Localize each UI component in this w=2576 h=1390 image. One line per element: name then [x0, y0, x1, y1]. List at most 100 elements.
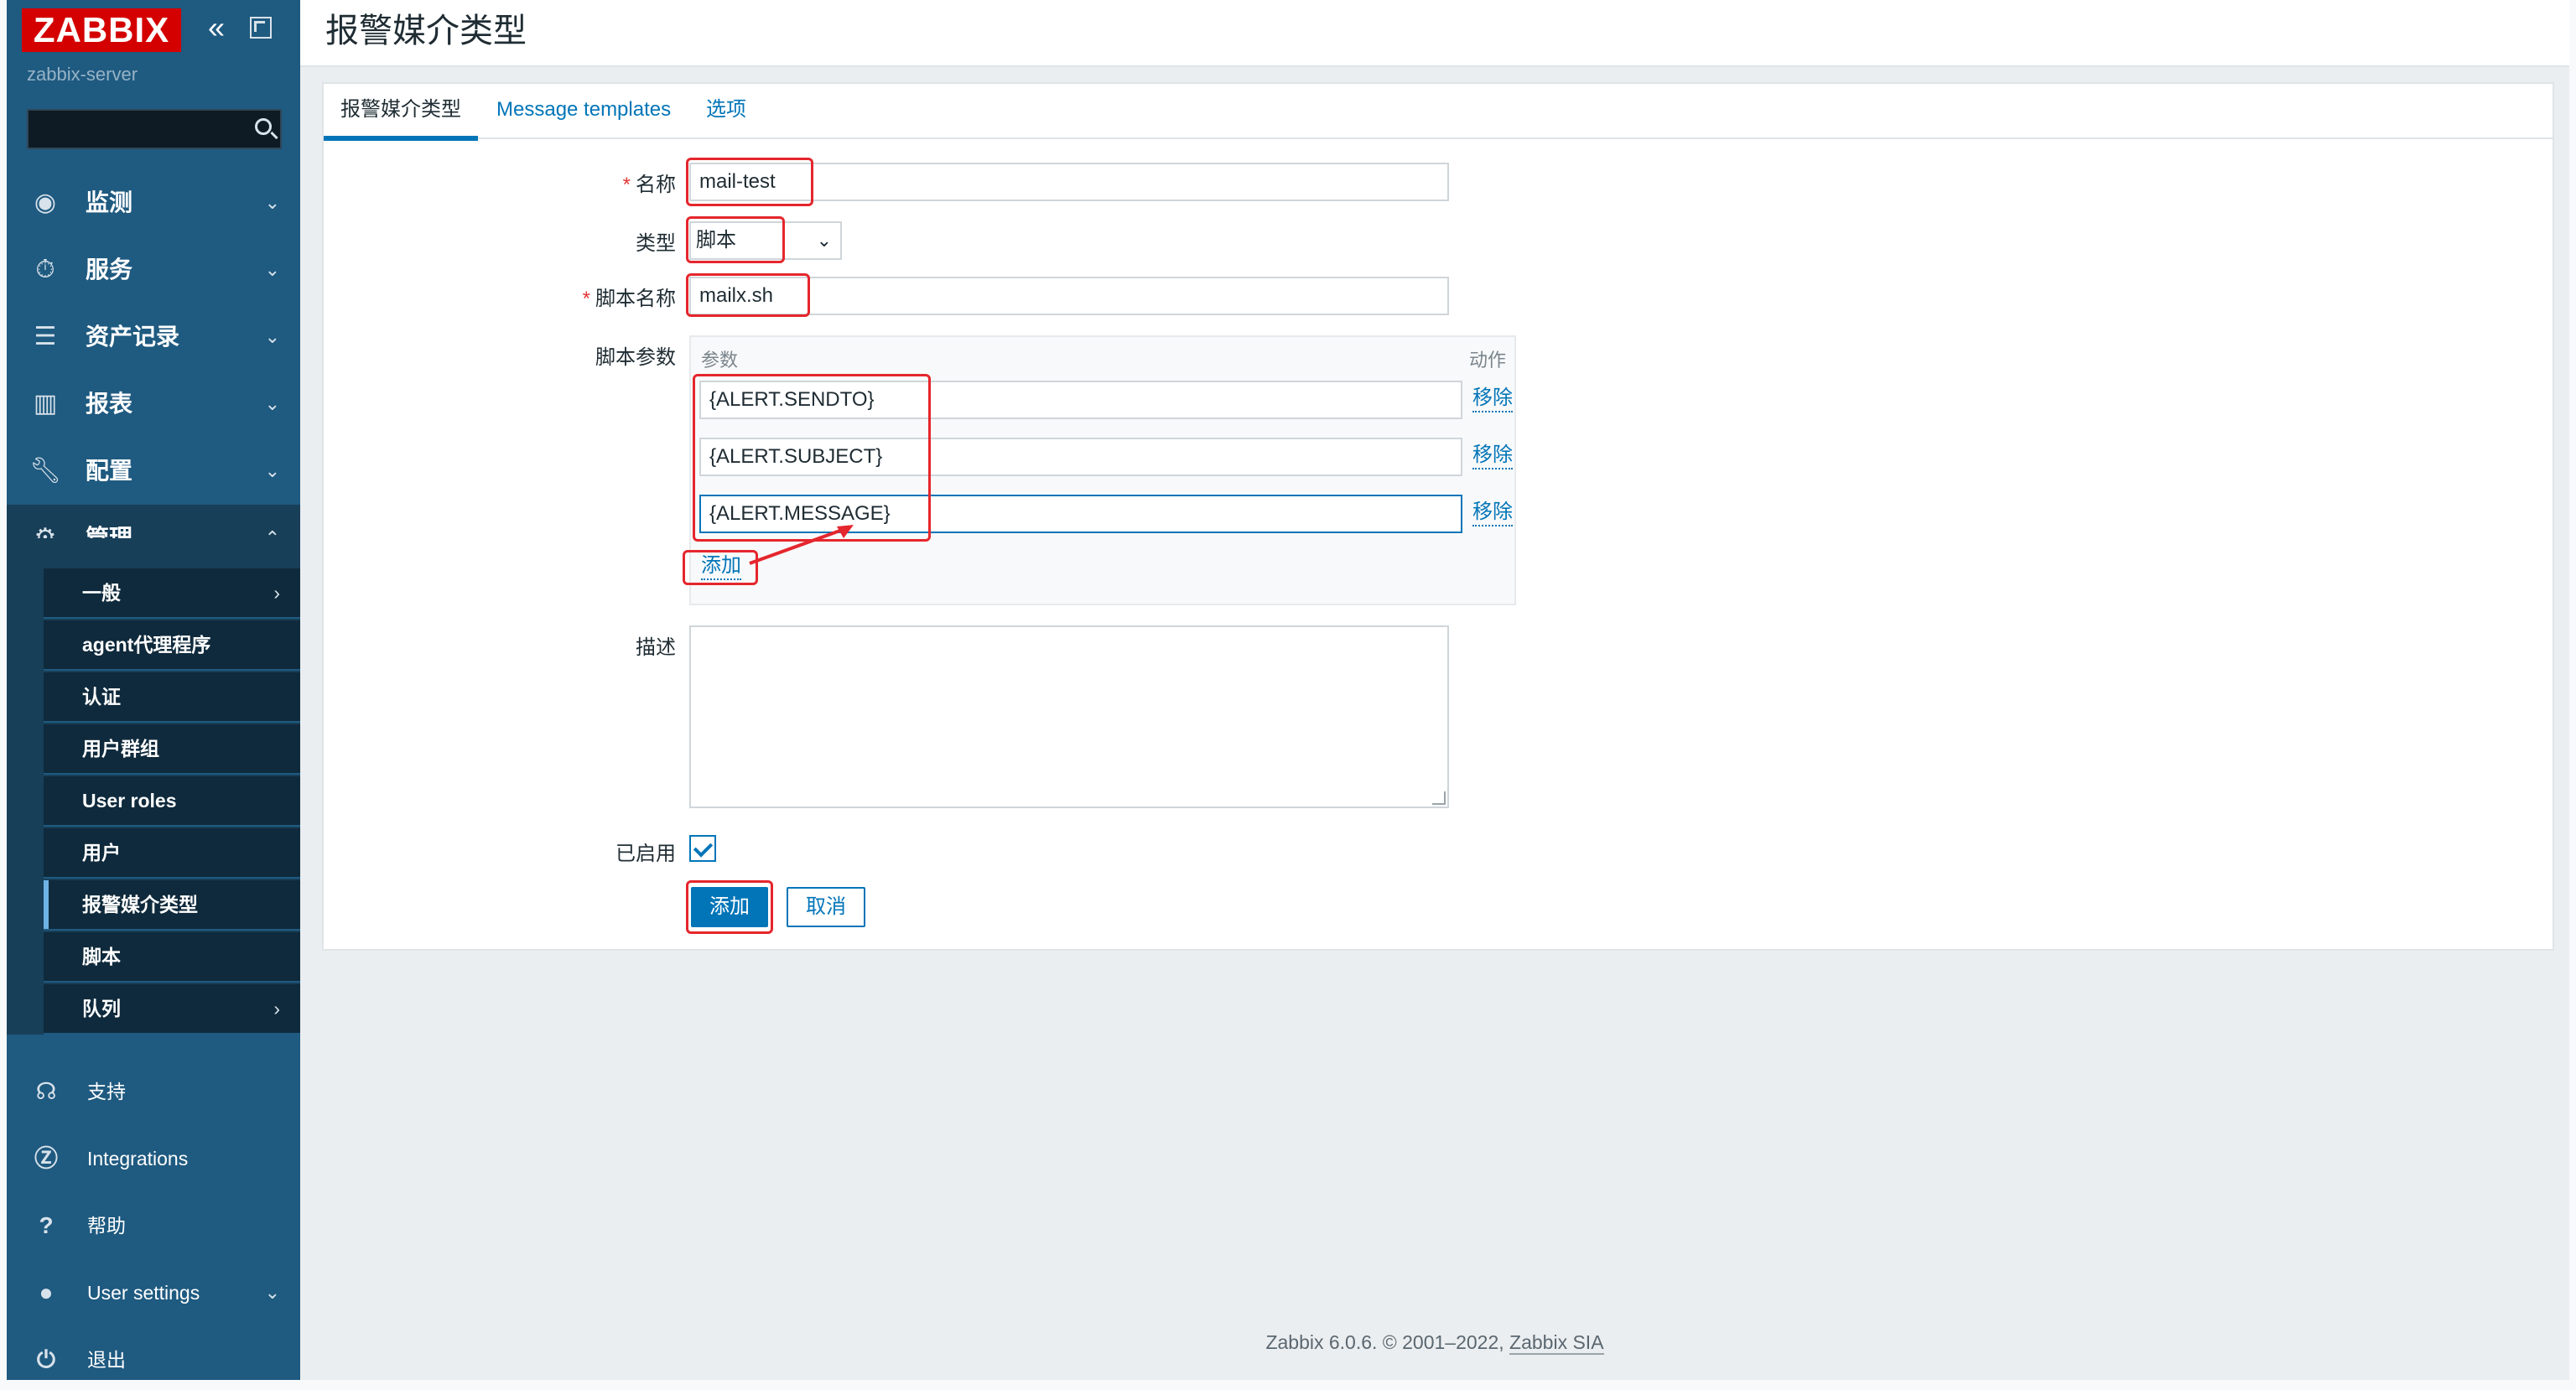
submenu-label: User roles [82, 790, 177, 812]
menu-label: 帮助 [87, 1215, 126, 1237]
eye-icon: ◉ [34, 189, 57, 216]
submenu-media-types[interactable]: 报警媒介类型 [44, 880, 300, 931]
menu-label: User settings [87, 1282, 200, 1304]
chevron-down-icon: ⌄ [264, 192, 280, 213]
submenu-label: 认证 [82, 686, 121, 708]
name-label: * 名称 [324, 168, 676, 197]
kiosk-mode-icon[interactable] [250, 17, 272, 39]
chevron-right-icon: › [273, 998, 280, 1019]
headset-icon: ☊ [35, 1078, 57, 1104]
submenu-label: agent代理程序 [82, 634, 211, 656]
description-textarea[interactable] [689, 625, 1449, 808]
menu-label: 支持 [87, 1081, 126, 1102]
annotation-box [686, 273, 810, 317]
menu-label: 监测 [86, 189, 133, 215]
submenu-label: 用户 [82, 842, 121, 864]
app-window: ZABBIX « zabbix-server ◉ 监测 ⌄ ⏱ 服务 ⌄ ☰ 资… [7, 0, 2569, 1380]
resize-grip-icon[interactable] [1432, 791, 1446, 805]
remove-param-link[interactable]: 移除 [1472, 386, 1513, 412]
menu-user-settings[interactable]: ● User settings ⌄ [7, 1259, 300, 1326]
menu-configuration[interactable]: 🔧︎ 配置 ⌄ [7, 438, 300, 505]
enabled-label: 已启用 [615, 843, 676, 865]
chevron-right-icon: › [273, 582, 280, 604]
menu-label: Integrations [87, 1148, 189, 1170]
cancel-button[interactable]: 取消 [787, 887, 865, 927]
list-icon: ☰ [34, 323, 57, 350]
submenu-label: 报警媒介类型 [82, 894, 198, 915]
chevron-down-icon: ⌄ [264, 259, 280, 280]
submenu-authentication[interactable]: 认证 [44, 672, 300, 723]
z-icon: Ⓩ [34, 1145, 58, 1171]
annotation-box [686, 216, 785, 263]
chevron-down-icon: ⌄ [264, 326, 280, 347]
menu-help[interactable]: ? 帮助 [7, 1192, 300, 1259]
bar-chart-icon: ▥ [33, 390, 58, 418]
script-params-label: 脚本参数 [595, 346, 676, 369]
required-marker: * [582, 288, 590, 310]
chevron-down-icon: ⌄ [264, 393, 280, 414]
remove-param-link[interactable]: 移除 [1472, 500, 1513, 526]
required-marker: * [622, 174, 631, 196]
submenu-proxies[interactable]: agent代理程序 [44, 620, 300, 671]
chevron-down-icon: ⌄ [264, 460, 280, 481]
double-chevron-left-icon[interactable]: « [208, 12, 236, 45]
sidebar-search-input[interactable] [27, 109, 282, 149]
submenu-scripts[interactable]: 脚本 [44, 932, 300, 983]
annotation-arrow [749, 525, 854, 565]
wrench-icon: 🔧︎ [29, 457, 62, 485]
description-label: 描述 [636, 636, 676, 659]
submenu-user-groups[interactable]: 用户群组 [44, 724, 300, 775]
tab-options[interactable]: 选项 [689, 96, 763, 124]
stopwatch-icon: ⏱ [35, 256, 55, 283]
submenu-label: 队列 [82, 998, 121, 1019]
chevron-down-icon: ⌄ [816, 230, 832, 251]
zabbix-logo[interactable]: ZABBIX [22, 8, 181, 52]
search-icon[interactable] [255, 118, 272, 135]
script-name-label-text: 脚本名称 [595, 288, 676, 310]
tab-message-templates[interactable]: Message templates [480, 96, 688, 124]
menu-label: 配置 [86, 458, 133, 484]
annotation-box [686, 880, 773, 934]
action-column-header: 动作 [1469, 350, 1507, 371]
menu-label: 资产记录 [86, 324, 180, 350]
user-icon: ● [39, 1279, 54, 1305]
administration-submenu: 一般 › agent代理程序 认证 用户群组 User roles 用户 报警媒… [7, 538, 300, 1035]
tab-bar: 报警媒介类型 Message templates 选项 [324, 84, 2553, 141]
menu-label: 退出 [87, 1349, 126, 1371]
power-icon: ⏻ [36, 1346, 56, 1372]
footer-link[interactable]: Zabbix SIA [1509, 1331, 1604, 1355]
submenu-queue[interactable]: 队列 › [44, 984, 300, 1035]
tab-media-type[interactable]: 报警媒介类型 [324, 96, 478, 141]
annotation-box [686, 158, 813, 206]
submenu-users[interactable]: 用户 [44, 828, 300, 879]
submenu-label: 用户群组 [82, 738, 159, 760]
menu-reports[interactable]: ▥ 报表 ⌄ [7, 371, 300, 438]
name-label-text: 名称 [636, 174, 676, 196]
sidebar: ZABBIX « zabbix-server ◉ 监测 ⌄ ⏱ 服务 ⌄ ☰ 资… [7, 0, 300, 1380]
chevron-down-icon: ⌄ [264, 1282, 280, 1303]
menu-monitoring[interactable]: ◉ 监测 ⌄ [7, 169, 300, 236]
enabled-checkbox[interactable] [689, 835, 716, 862]
footer-text: Zabbix 6.0.6. © 2001–2022, [1265, 1331, 1510, 1353]
submenu-user-roles[interactable]: User roles [44, 776, 300, 827]
page-title: 报警媒介类型 [325, 13, 527, 49]
page-header: 报警媒介类型 [300, 0, 2569, 67]
footer: Zabbix 6.0.6. © 2001–2022, Zabbix SIA [300, 1331, 2569, 1355]
script-name-label: * 脚本名称 [324, 282, 676, 311]
submenu-general[interactable]: 一般 › [44, 568, 300, 619]
menu-integrations[interactable]: Ⓩ Integrations [7, 1125, 300, 1192]
menu-inventory[interactable]: ☰ 资产记录 ⌄ [7, 303, 300, 371]
menu-sign-out[interactable]: ⏻ 退出 [7, 1326, 300, 1380]
annotation-box [693, 374, 931, 542]
server-name: zabbix-server [27, 64, 138, 85]
remove-param-link[interactable]: 移除 [1472, 443, 1513, 469]
question-icon: ? [39, 1212, 54, 1238]
menu-label: 服务 [86, 257, 133, 283]
menu-label: 报表 [86, 391, 133, 417]
menu-support[interactable]: ☊ 支持 [7, 1058, 300, 1125]
type-label: 类型 [636, 232, 676, 255]
submenu-label: 一般 [82, 582, 121, 604]
submenu-label: 脚本 [82, 946, 121, 967]
media-type-form-card: 报警媒介类型 Message templates 选项 * 名称 mail-tes… [322, 82, 2554, 951]
menu-services[interactable]: ⏱ 服务 ⌄ [7, 236, 300, 303]
